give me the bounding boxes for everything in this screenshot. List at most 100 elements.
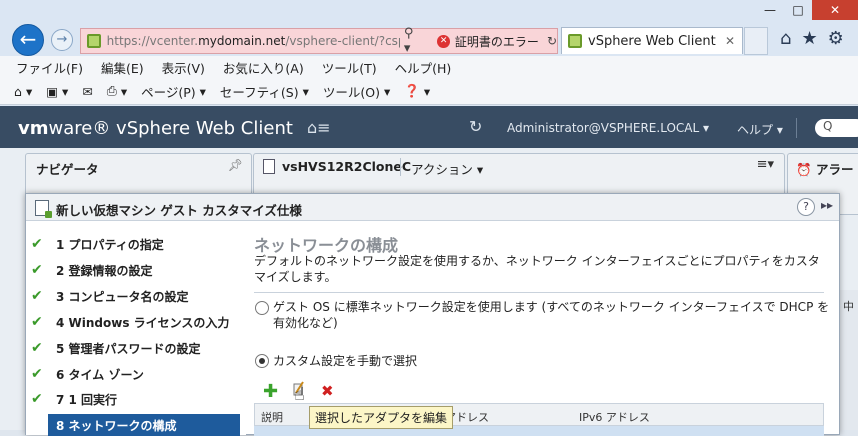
vsphere-favicon-icon	[87, 34, 101, 48]
feeds-command[interactable]: ▣ ▾	[46, 84, 68, 99]
step-6[interactable]: ✔ 6 タイム ゾーン	[26, 363, 240, 385]
step-5[interactable]: ✔ 5 管理者パスワードの設定	[26, 337, 240, 359]
add-adapter-button[interactable]: ✚	[263, 381, 278, 402]
actions-menu[interactable]: アクション ▾	[411, 159, 483, 178]
command-bar: ⌂ ▾ ▣ ▾ ✉ ⎙ ▾ ページ(P) ▾ セーフティ(S) ▾ ツール(O) ▾ ❓ ▾	[0, 78, 858, 105]
edit-tooltip: 選択したアダプタを編集	[309, 406, 454, 429]
toolbar-icons: ⌂ ★ ⚙	[780, 28, 844, 49]
wizard-content: ネットワークの構成 デフォルトのネットワーク設定を使用するか、ネットワーク イン…	[254, 221, 839, 436]
mail-icon: ✉	[82, 83, 93, 99]
alarms-title: ⏰ アラー	[796, 159, 853, 178]
help-button[interactable]: ?	[797, 198, 815, 216]
tools-label: ツール(O)	[322, 84, 380, 100]
arrow-left-icon: ←	[19, 27, 37, 51]
standard-settings-label[interactable]: ゲスト OS に標準ネットワーク設定を使用します (すべてのネットワーク インタ…	[273, 299, 833, 331]
check-icon: ✔	[31, 236, 43, 252]
vsphere-header: vmware® vSphere Web Client ⌂≡ ↻ Administ…	[0, 106, 858, 148]
browser-chrome: — □ ✕ ← → https://vcenter.mydomain.net/v…	[0, 0, 858, 106]
check-icon: ✔	[31, 366, 43, 382]
search-input[interactable]: Q	[815, 119, 858, 137]
step-label: 4 Windows ライセンスの入力	[56, 315, 230, 330]
close-tab-icon[interactable]: ✕	[725, 34, 735, 48]
page-label: ページ(P)	[141, 84, 196, 100]
check-icon: ✔	[31, 340, 43, 356]
step-3[interactable]: ✔ 3 コンピュータ名の設定	[26, 285, 240, 307]
step-8[interactable]: 8 ネットワークの構成	[48, 414, 240, 436]
alarms-label: アラー	[815, 162, 854, 177]
print-icon: ⎙	[106, 83, 117, 98]
print-command[interactable]: ⎙ ▾	[107, 83, 127, 99]
safety-command[interactable]: セーフティ(S) ▾	[220, 82, 309, 101]
home-command[interactable]: ⌂ ▾	[14, 84, 32, 99]
new-tab-button[interactable]	[744, 27, 768, 55]
step-label: 5 管理者パスワードの設定	[56, 341, 201, 356]
step-2[interactable]: ✔ 2 登録情報の設定	[26, 259, 240, 281]
cert-error-label[interactable]: 証明書のエラー	[455, 33, 539, 50]
safety-label: セーフティ(S)	[219, 84, 299, 100]
step-1[interactable]: ✔ 1 プロパティの指定	[26, 233, 240, 255]
dialog-header: 新しい仮想マシン ゲスト カスタマイズ仕様 ? ▸▸	[26, 194, 839, 221]
standard-settings-radio[interactable]	[255, 301, 269, 315]
page-command[interactable]: ページ(P) ▾	[141, 82, 206, 101]
column-description[interactable]: 説明	[261, 409, 283, 425]
column-ipv6[interactable]: IPv6 アドレス	[579, 409, 650, 425]
star-icon[interactable]: ★	[801, 28, 817, 49]
arrow-right-icon: →	[56, 32, 68, 47]
section-description: デフォルトのネットワーク設定を使用するか、ネットワーク インターフェイスごとにプ…	[254, 254, 820, 284]
close-window-button[interactable]: ✕	[812, 0, 858, 20]
step-label: 1 プロパティの指定	[56, 237, 164, 252]
help-menu[interactable]: ヘルプ ▾	[737, 121, 783, 138]
step-label: 8 ネットワークの構成	[56, 418, 177, 433]
check-icon: ✔	[31, 262, 43, 278]
panel-menu-icon[interactable]: ≡▾	[757, 157, 774, 172]
refresh-icon[interactable]: ↻	[547, 34, 557, 48]
header-divider	[796, 118, 797, 138]
cert-error-icon: ✕	[437, 34, 450, 48]
logo-vm: vm	[18, 118, 49, 139]
mail-command[interactable]: ✉	[82, 84, 92, 99]
right-panel-sliver: 中	[839, 290, 858, 430]
menu-favorites[interactable]: お気に入り(A)	[223, 58, 304, 77]
expand-icon[interactable]: ▸▸	[821, 198, 833, 212]
alarm-clock-icon: ⏰	[796, 162, 812, 177]
tab-vsphere[interactable]: vSphere Web Client ✕	[561, 27, 743, 54]
delete-x-icon: ✖	[321, 382, 334, 400]
gear-icon[interactable]: ⚙	[828, 28, 844, 49]
custom-settings-radio[interactable]	[255, 354, 269, 368]
forward-button[interactable]: →	[51, 29, 73, 51]
step-7[interactable]: ✔ 7 1 回実行	[26, 388, 240, 410]
back-button[interactable]: ←	[12, 24, 44, 56]
menu-edit[interactable]: 編集(E)	[101, 58, 144, 77]
help-command[interactable]: ❓ ▾	[404, 83, 430, 99]
url-prefix: https://vcenter.	[106, 34, 199, 48]
menu-tools[interactable]: ツール(T)	[322, 58, 377, 77]
step-label: 7 1 回実行	[56, 392, 118, 407]
step-4[interactable]: ✔ 4 Windows ライセンスの入力	[26, 311, 240, 333]
new-spec-icon	[35, 200, 52, 218]
user-menu[interactable]: Administrator@VSPHERE.LOCAL ▾	[507, 121, 709, 135]
home-icon[interactable]: ⌂	[780, 28, 791, 49]
step-label: 6 タイム ゾーン	[56, 367, 144, 382]
menu-view[interactable]: 表示(V)	[162, 58, 205, 77]
home-menu-icon[interactable]: ⌂≡	[307, 118, 331, 137]
url-suffix: /vsphere-client/?csp	[285, 34, 400, 48]
menu-file[interactable]: ファイル(F)	[16, 58, 83, 77]
rss-icon: ▣	[46, 83, 59, 99]
panel-divider	[400, 158, 401, 176]
custom-settings-label[interactable]: カスタム設定を手動で選択	[273, 352, 417, 369]
menu-help[interactable]: ヘルプ(H)	[395, 58, 452, 77]
wizard-steps: ✔ 1 プロパティの指定 ✔ 2 登録情報の設定 ✔ 3 コンピュータ名の設定 ✔ 4 …	[26, 221, 246, 436]
tools-command[interactable]: ツール(O) ▾	[323, 82, 390, 101]
pin-icon[interactable]: 📌︎	[228, 158, 243, 172]
customization-spec-dialog: 新しい仮想マシン ゲスト カスタマイズ仕様 ? ▸▸ ✔ 1 プロパティの指定 ✔…	[25, 193, 840, 436]
maximize-button[interactable]: □	[784, 0, 812, 20]
refresh-icon[interactable]: ↻	[469, 117, 482, 136]
minimize-button[interactable]: —	[756, 0, 784, 20]
home-icon: ⌂	[14, 83, 22, 99]
remove-adapter-button[interactable]: ✖	[321, 382, 334, 400]
url-text[interactable]: https://vcenter.mydomain.net/vsphere-cli…	[107, 34, 400, 48]
search-icon[interactable]: ⚲ ▾	[404, 26, 423, 56]
help-icon: ❓	[404, 83, 420, 98]
url-domain: mydomain.net	[198, 34, 286, 48]
address-bar[interactable]: https://vcenter.mydomain.net/vsphere-cli…	[80, 26, 558, 56]
